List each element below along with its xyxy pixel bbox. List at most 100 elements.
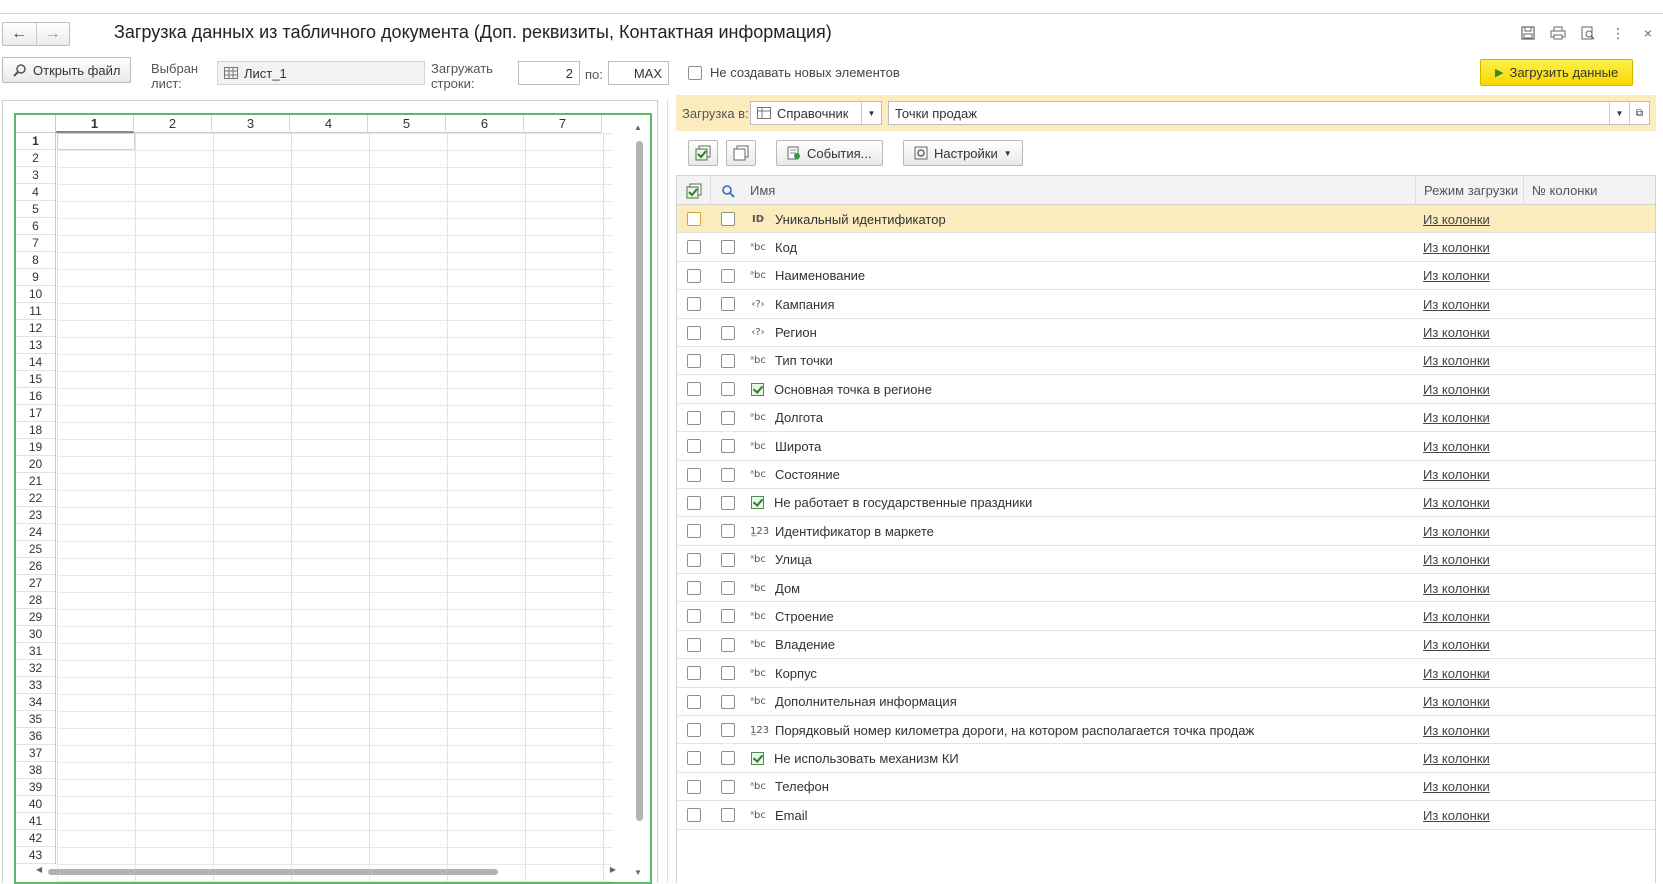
scroll-up-icon[interactable]: ▲	[634, 123, 642, 132]
column-header[interactable]: 5	[368, 115, 446, 133]
scroll-left-icon[interactable]: ◀	[36, 865, 42, 874]
row-checkbox[interactable]	[687, 495, 701, 510]
row-search-checkbox[interactable]	[720, 779, 735, 794]
row-column-number-cell[interactable]	[1523, 262, 1653, 290]
panel-splitter[interactable]	[667, 100, 668, 883]
table-row[interactable]: ᵃbc Улица Из колонки	[677, 546, 1655, 575]
row-search-checkbox[interactable]	[720, 297, 735, 312]
load-mode-link[interactable]: Из колонки	[1423, 212, 1490, 227]
row-header[interactable]: 33	[16, 677, 55, 694]
row-checkbox[interactable]	[687, 552, 701, 567]
row-checkbox[interactable]	[687, 581, 701, 596]
row-column-number-cell[interactable]	[1523, 404, 1653, 432]
row-column-number-cell[interactable]	[1523, 290, 1653, 318]
table-row[interactable]: 1̲23 Порядковый номер километра дороги, н…	[677, 716, 1655, 745]
row-column-number-cell[interactable]	[1523, 773, 1653, 801]
row-search-checkbox[interactable]	[720, 552, 735, 567]
load-mode-link[interactable]: Из колонки	[1423, 325, 1490, 340]
uncheck-all-button[interactable]	[726, 140, 756, 166]
row-search-checkbox[interactable]	[720, 325, 735, 340]
table-row[interactable]: ᵃbc Тип точки Из колонки	[677, 347, 1655, 376]
row-column-number-cell[interactable]	[1523, 801, 1653, 829]
row-header[interactable]: 38	[16, 762, 55, 779]
print-icon[interactable]	[1549, 24, 1567, 42]
row-checkbox[interactable]	[687, 524, 701, 539]
row-header[interactable]: 10	[16, 286, 55, 303]
column-header[interactable]: 3	[212, 115, 290, 133]
row-header[interactable]: 5	[16, 201, 55, 218]
table-row[interactable]: ᵃbc Строение Из колонки	[677, 602, 1655, 631]
row-header[interactable]: 17	[16, 405, 55, 422]
row-search-checkbox[interactable]	[720, 581, 735, 596]
table-row[interactable]: ᵃbc Широта Из колонки	[677, 432, 1655, 461]
row-checkbox[interactable]	[687, 297, 701, 312]
load-mode-link[interactable]: Из колонки	[1423, 353, 1490, 368]
row-column-number-cell[interactable]	[1523, 489, 1653, 517]
table-row[interactable]: ᵃbc Владение Из колонки	[677, 631, 1655, 660]
column-header[interactable]: 2	[134, 115, 212, 133]
row-header[interactable]: 32	[16, 660, 55, 677]
row-search-checkbox[interactable]	[720, 524, 735, 539]
table-row[interactable]: ‹?› Регион Из колонки	[677, 319, 1655, 347]
row-header[interactable]: 26	[16, 558, 55, 575]
row-checkbox[interactable]	[687, 637, 701, 652]
settings-button[interactable]: Настройки ▼	[903, 140, 1023, 166]
row-search-checkbox[interactable]	[720, 410, 735, 425]
row-header[interactable]: 24	[16, 524, 55, 541]
row-header[interactable]: 31	[16, 643, 55, 660]
row-column-number-cell[interactable]	[1523, 375, 1653, 403]
row-column-number-cell[interactable]	[1523, 688, 1653, 716]
row-header[interactable]: 37	[16, 745, 55, 762]
events-button[interactable]: События...	[776, 140, 883, 166]
load-mode-link[interactable]: Из колонки	[1423, 524, 1490, 539]
load-object-field[interactable]: Точки продаж ▼ ⧉	[888, 101, 1650, 125]
close-icon[interactable]: ×	[1639, 24, 1657, 42]
column-header[interactable]: 7	[524, 115, 602, 133]
more-icon[interactable]: ⋮	[1609, 24, 1627, 42]
row-search-checkbox[interactable]	[720, 723, 735, 738]
row-search-checkbox[interactable]	[720, 439, 735, 454]
open-object-icon[interactable]: ⧉	[1629, 102, 1649, 124]
no-new-elements-option[interactable]: Не создавать новых элементов	[688, 65, 900, 80]
table-row[interactable]: ᵃbc Дом Из колонки	[677, 574, 1655, 603]
horizontal-scrollbar[interactable]: ◀ ▶	[36, 865, 616, 876]
object-dropdown-icon[interactable]: ▼	[1609, 102, 1629, 124]
row-header[interactable]: 18	[16, 422, 55, 439]
table-row[interactable]: ᵃbc Дополнительная информация Из колонки	[677, 688, 1655, 717]
row-search-checkbox[interactable]	[720, 212, 735, 226]
row-column-number-cell[interactable]	[1523, 546, 1653, 574]
table-row[interactable]: Основная точка в регионе Из колонки	[677, 375, 1655, 404]
row-checkbox[interactable]	[687, 325, 701, 340]
header-load-mode[interactable]: Режим загрузки	[1415, 176, 1523, 205]
rows-from-input[interactable]: 2	[518, 61, 580, 85]
row-header[interactable]: 2	[16, 150, 55, 167]
table-row[interactable]: ᵃbc Email Из колонки	[677, 801, 1655, 830]
load-data-button[interactable]: ▶ Загрузить данные	[1480, 59, 1634, 86]
row-header[interactable]: 11	[16, 303, 55, 320]
load-mode-link[interactable]: Из колонки	[1423, 268, 1490, 283]
load-mode-link[interactable]: Из колонки	[1423, 552, 1490, 567]
row-search-checkbox[interactable]	[720, 495, 735, 510]
row-column-number-cell[interactable]	[1523, 347, 1653, 375]
row-header[interactable]: 28	[16, 592, 55, 609]
load-mode-link[interactable]: Из колонки	[1423, 439, 1490, 454]
row-column-number-cell[interactable]	[1523, 659, 1653, 687]
row-column-number-cell[interactable]	[1523, 432, 1653, 460]
row-header[interactable]: 40	[16, 796, 55, 813]
load-mode-link[interactable]: Из колонки	[1423, 808, 1490, 823]
row-header[interactable]: 12	[16, 320, 55, 337]
row-header[interactable]: 35	[16, 711, 55, 728]
row-search-checkbox[interactable]	[720, 808, 735, 823]
table-row[interactable]: Не работает в государственные праздники И…	[677, 489, 1655, 518]
column-header[interactable]: 6	[446, 115, 524, 133]
table-row[interactable]: ID Уникальный идентификатор Из колонки	[677, 205, 1655, 234]
load-mode-link[interactable]: Из колонки	[1423, 410, 1490, 425]
load-mode-link[interactable]: Из колонки	[1423, 637, 1490, 652]
load-mode-link[interactable]: Из колонки	[1423, 382, 1490, 397]
table-row[interactable]: ᵃbc Код Из колонки	[677, 233, 1655, 262]
row-checkbox[interactable]	[687, 751, 701, 766]
row-checkbox[interactable]	[687, 723, 701, 738]
vertical-scrollbar[interactable]: ▲ ▼	[634, 123, 644, 877]
header-search-column[interactable]	[711, 176, 744, 205]
row-checkbox[interactable]	[687, 779, 701, 794]
